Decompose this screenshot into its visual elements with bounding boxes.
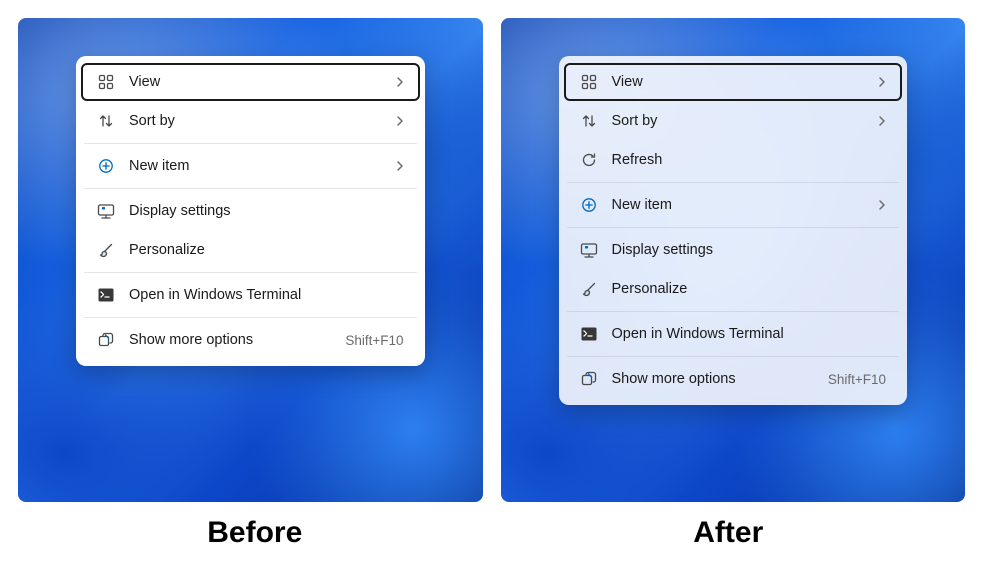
display-icon [580,241,598,259]
menu-separator [84,143,417,144]
menu-item-open-in-windows-terminal[interactable]: Open in Windows Terminal [564,315,903,353]
after-panel: View Sort by Refresh New item Display settin… [501,18,966,502]
before-caption: Before [18,516,492,550]
menu-item-sort-by[interactable]: Sort by [81,102,420,140]
menu-item-label: Sort by [612,113,865,129]
menu-separator [84,272,417,273]
menu-item-label: New item [612,197,865,213]
menu-item-label: Personalize [129,242,404,258]
brush-icon [97,241,115,259]
chevron-right-icon [396,115,404,127]
brush-icon [580,280,598,298]
menu-item-sort-by[interactable]: Sort by [564,102,903,140]
menu-item-label: Display settings [612,242,887,258]
chevron-right-icon [878,199,886,211]
context-menu-after: View Sort by Refresh New item Display settin… [559,56,908,405]
before-panel: View Sort by New item Display settings Perso… [18,18,483,502]
menu-item-display-settings[interactable]: Display settings [81,192,420,230]
chevron-right-icon [878,115,886,127]
menu-separator [84,188,417,189]
menu-item-personalize[interactable]: Personalize [81,231,420,269]
more-icon [97,331,115,349]
chevron-right-icon [396,76,404,88]
context-menu-before: View Sort by New item Display settings Perso… [76,56,425,366]
grid-icon [97,73,115,91]
display-icon [97,202,115,220]
menu-item-label: Open in Windows Terminal [612,326,887,342]
menu-item-label: Show more options [612,371,814,387]
more-icon [580,370,598,388]
menu-item-view[interactable]: View [81,63,420,101]
sort-icon [580,112,598,130]
menu-item-display-settings[interactable]: Display settings [564,231,903,269]
menu-separator [567,356,900,357]
menu-item-personalize[interactable]: Personalize [564,270,903,308]
sort-icon [97,112,115,130]
menu-item-new-item[interactable]: New item [564,186,903,224]
menu-item-refresh[interactable]: Refresh [564,141,903,179]
menu-separator [84,317,417,318]
chevron-right-icon [878,76,886,88]
menu-item-label: Open in Windows Terminal [129,287,404,303]
grid-icon [580,73,598,91]
menu-separator [567,227,900,228]
menu-item-view[interactable]: View [564,63,903,101]
new-icon [580,196,598,214]
menu-separator [567,311,900,312]
menu-separator [567,182,900,183]
new-icon [97,157,115,175]
menu-item-label: Personalize [612,281,887,297]
menu-item-shortcut: Shift+F10 [828,372,886,387]
menu-item-label: New item [129,158,382,174]
refresh-icon [580,151,598,169]
after-caption: After [492,516,966,550]
terminal-icon [580,325,598,343]
menu-item-new-item[interactable]: New item [81,147,420,185]
chevron-right-icon [396,160,404,172]
terminal-icon [97,286,115,304]
menu-item-label: View [129,74,382,90]
menu-item-label: Refresh [612,152,887,168]
menu-item-show-more-options[interactable]: Show more options Shift+F10 [81,321,420,359]
menu-item-show-more-options[interactable]: Show more options Shift+F10 [564,360,903,398]
menu-item-label: Sort by [129,113,382,129]
menu-item-label: Display settings [129,203,404,219]
menu-item-label: View [612,74,865,90]
menu-item-open-in-windows-terminal[interactable]: Open in Windows Terminal [81,276,420,314]
menu-item-label: Show more options [129,332,331,348]
menu-item-shortcut: Shift+F10 [345,333,403,348]
